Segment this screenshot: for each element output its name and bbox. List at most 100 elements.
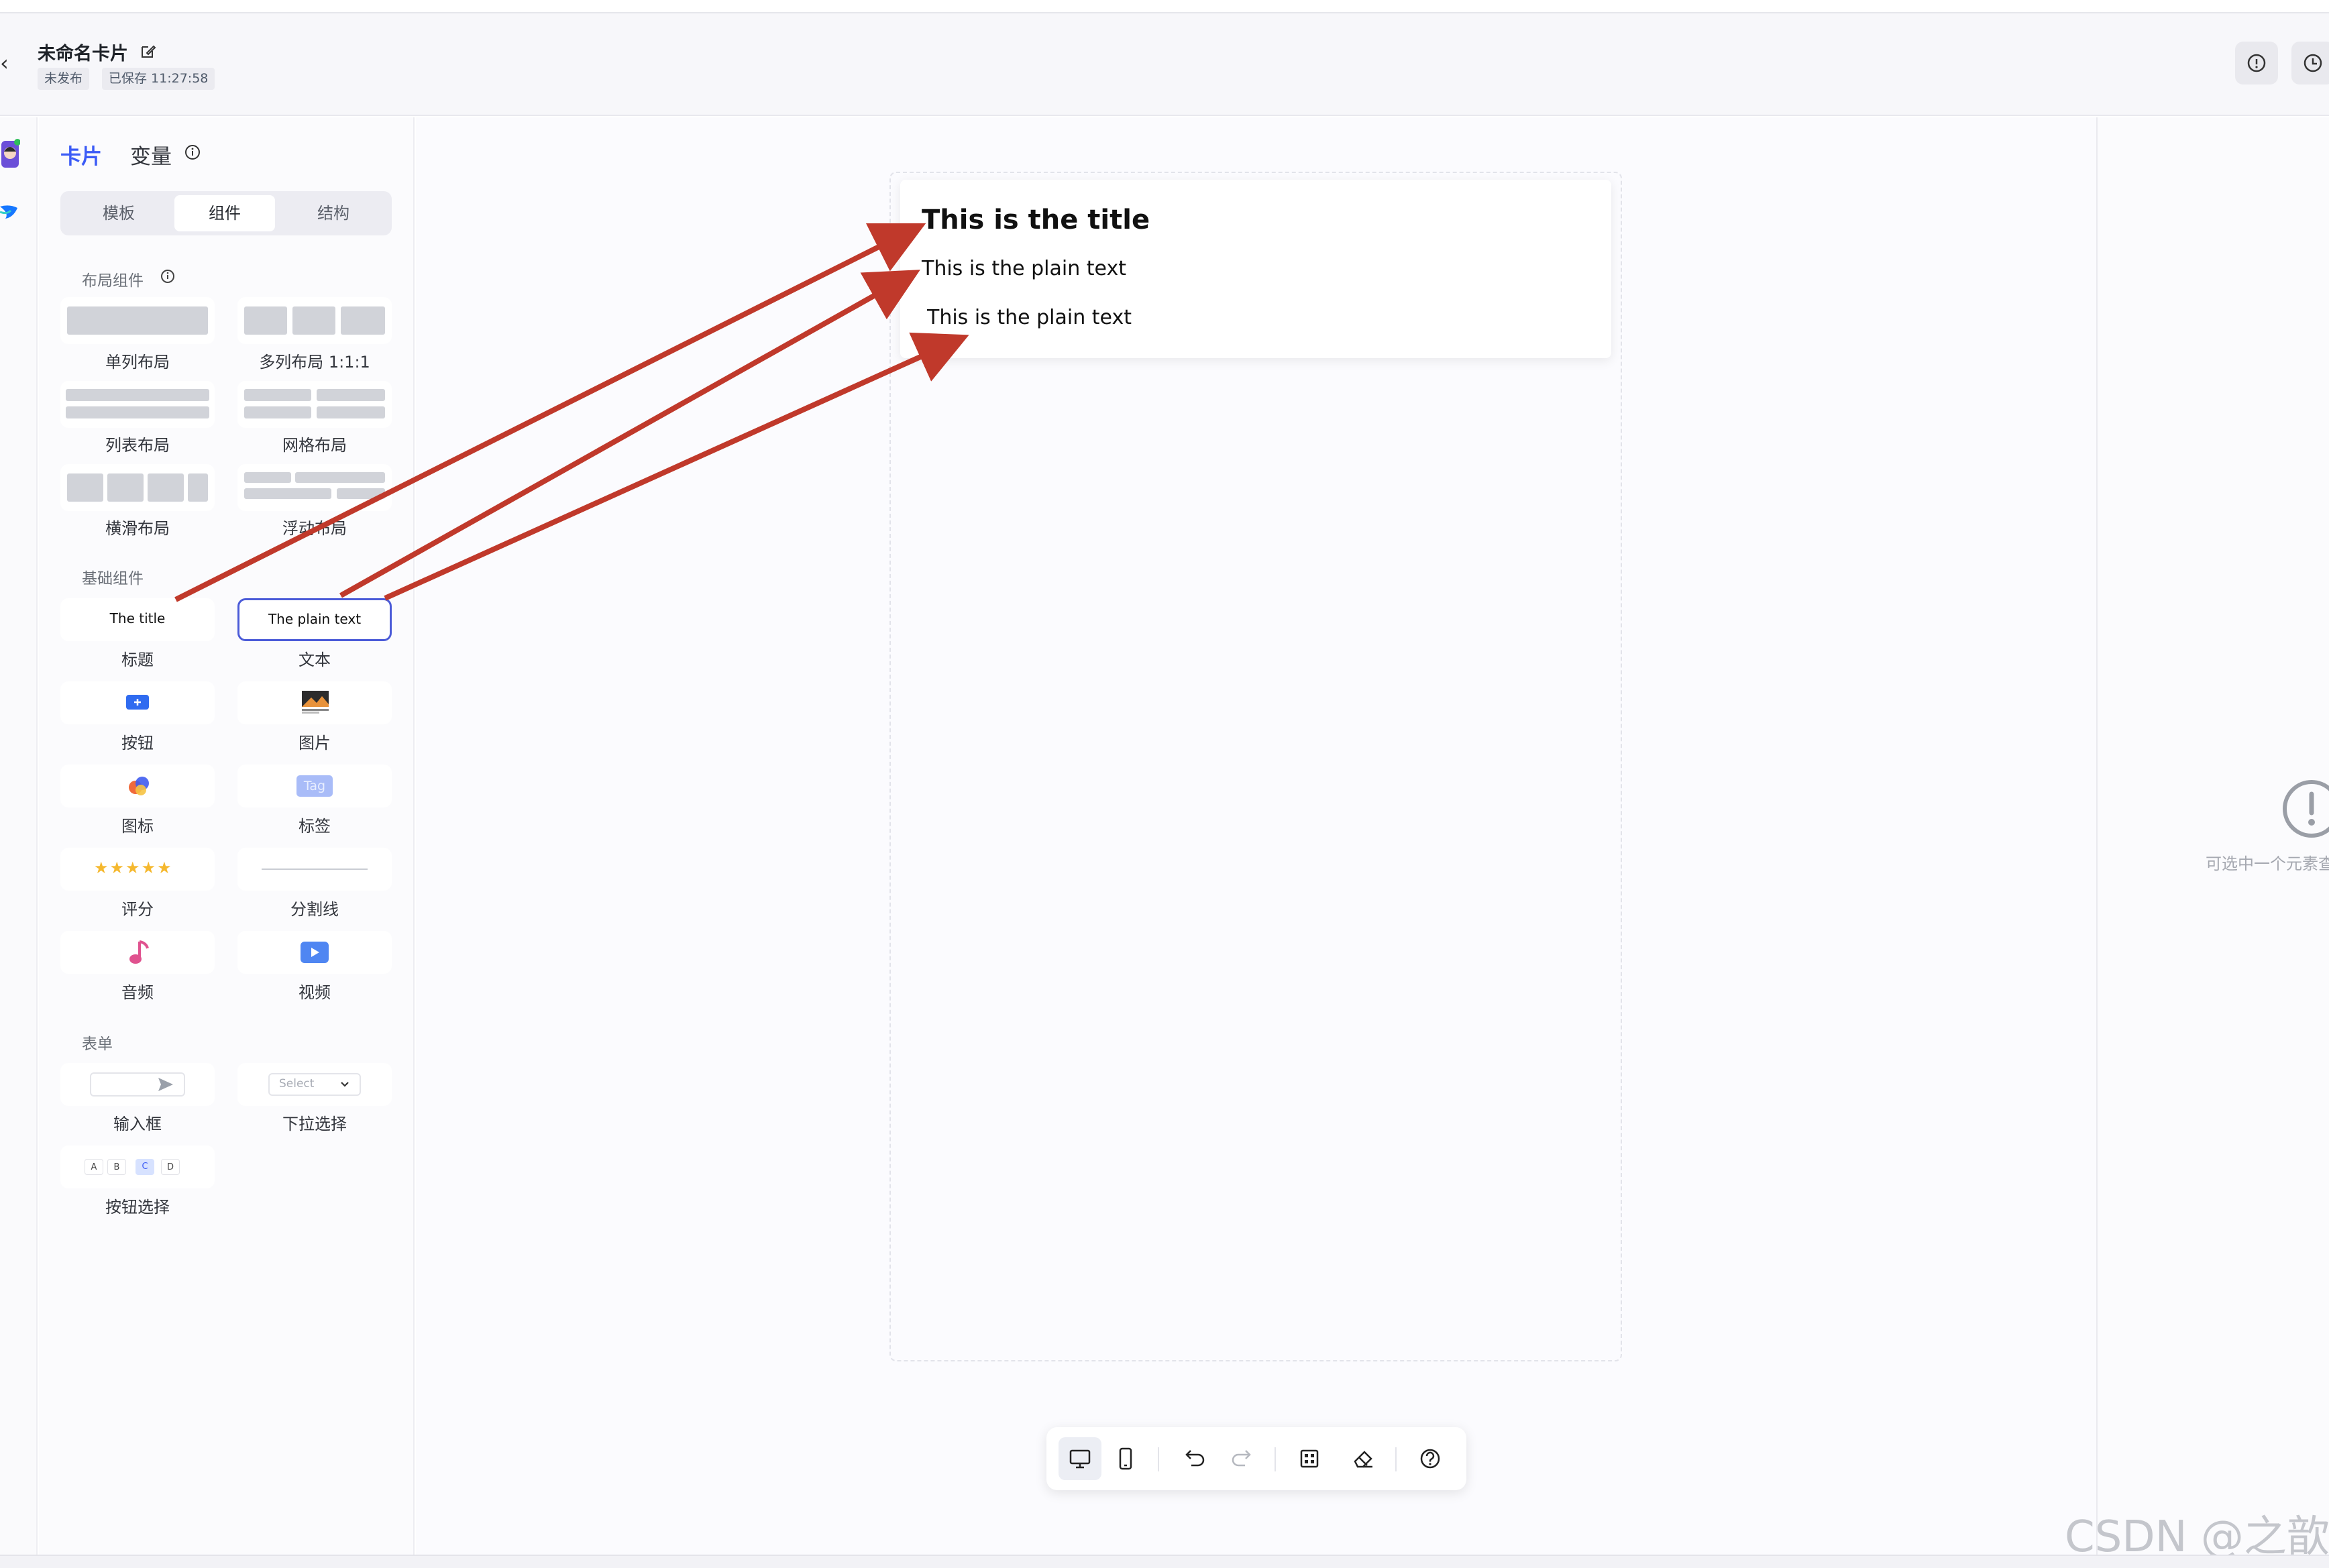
segment-structure[interactable]: 结构 xyxy=(283,195,384,231)
preview-block xyxy=(67,473,103,502)
component-list-layout[interactable] xyxy=(60,381,215,428)
status-badge-unpublished: 未发布 xyxy=(38,68,90,90)
avatar[interactable] xyxy=(0,137,20,170)
send-icon xyxy=(158,1078,173,1091)
component-text-selected[interactable]: The plain text xyxy=(237,598,392,641)
preview-block xyxy=(317,389,385,401)
desktop-view-button[interactable] xyxy=(1059,1437,1101,1480)
eraser-icon xyxy=(1354,1451,1372,1468)
component-label: 单列布局 xyxy=(105,353,170,372)
component-multi-column[interactable] xyxy=(237,297,392,344)
preview-block xyxy=(66,389,209,401)
info-icon xyxy=(2247,54,2266,72)
history-icon xyxy=(2304,54,2322,72)
preview-block xyxy=(188,473,208,502)
component-floating-layout[interactable] xyxy=(237,464,392,511)
component-rating[interactable]: ★★★★★ xyxy=(60,848,215,891)
tab-card[interactable]: 卡片 xyxy=(60,139,102,170)
card-plain-text[interactable]: This is the plain text xyxy=(927,306,1132,329)
component-tag[interactable]: Tag xyxy=(237,765,392,807)
component-horizontal-scroll[interactable] xyxy=(60,464,215,511)
status-badge-saved: 已保存 11:27:58 xyxy=(102,68,215,90)
preview-block xyxy=(337,488,385,499)
video-icon xyxy=(301,942,329,963)
card-title[interactable]: This is the title xyxy=(922,205,1150,235)
undo-button[interactable] xyxy=(1173,1437,1215,1480)
component-label: 文本 xyxy=(299,651,331,669)
grid-button[interactable] xyxy=(1288,1437,1331,1480)
component-label: 视频 xyxy=(299,983,331,1002)
component-label: 音频 xyxy=(121,983,154,1002)
app-logo-icon[interactable] xyxy=(0,199,20,221)
text-preview: The plain text xyxy=(268,611,362,627)
toolbar-divider xyxy=(1395,1447,1397,1471)
info-icon[interactable] xyxy=(184,144,201,161)
component-input[interactable] xyxy=(60,1063,215,1106)
redo-icon xyxy=(1232,1450,1251,1467)
top-strip xyxy=(0,0,2329,13)
bottom-strip xyxy=(0,1555,2329,1568)
component-label: 图标 xyxy=(121,817,154,836)
panel-empty-hint: 可选中一个元素查 xyxy=(2206,854,2329,873)
preview-block xyxy=(244,472,291,483)
header xyxy=(0,13,2329,116)
component-grid-layout[interactable] xyxy=(237,381,392,428)
divider-preview xyxy=(262,869,368,870)
segment-components[interactable]: 组件 xyxy=(174,195,275,231)
select-preview: Select xyxy=(268,1073,361,1096)
component-audio[interactable] xyxy=(60,931,215,974)
component-label: 标题 xyxy=(121,651,154,669)
mobile-view-button[interactable] xyxy=(1104,1437,1147,1480)
preview-block xyxy=(292,306,335,335)
preview-block xyxy=(107,473,144,502)
component-select[interactable]: Select xyxy=(237,1063,392,1106)
preview-block xyxy=(66,406,209,418)
component-label: 浮动布局 xyxy=(282,519,347,538)
option-b: B xyxy=(107,1159,126,1175)
clear-button[interactable] xyxy=(1342,1437,1385,1480)
select-placeholder: Select xyxy=(279,1077,315,1090)
component-icon[interactable] xyxy=(60,765,215,807)
image-icon xyxy=(302,691,329,714)
component-label: 输入框 xyxy=(113,1115,162,1133)
bottom-toolbar xyxy=(1046,1427,1466,1490)
component-label: 按钮选择 xyxy=(105,1198,170,1217)
history-button[interactable] xyxy=(2291,42,2329,85)
component-label: 下拉选择 xyxy=(282,1115,347,1133)
info-button[interactable] xyxy=(2235,42,2278,85)
title-preview: The title xyxy=(109,610,166,626)
info-icon[interactable] xyxy=(160,268,176,284)
component-button[interactable] xyxy=(60,681,215,724)
component-label: 分割线 xyxy=(290,900,339,919)
option-a: A xyxy=(85,1159,103,1175)
component-label: 列表布局 xyxy=(105,436,170,455)
star-icon: ★★★★★ xyxy=(94,858,173,877)
card-plain-text[interactable]: This is the plain text xyxy=(922,257,1126,280)
chevron-down-icon xyxy=(341,1082,349,1087)
help-icon xyxy=(1420,1449,1440,1469)
preview-block xyxy=(148,473,184,502)
section-title-form: 表单 xyxy=(82,1035,113,1053)
component-image[interactable] xyxy=(237,681,392,724)
component-divider[interactable] xyxy=(237,848,392,891)
component-video[interactable] xyxy=(237,931,392,974)
component-label: 多列布局 1:1:1 xyxy=(259,353,370,372)
component-single-column[interactable] xyxy=(60,297,215,344)
component-title[interactable]: The title xyxy=(60,598,215,641)
section-title-basic: 基础组件 xyxy=(82,570,144,587)
preview-block xyxy=(67,306,208,335)
component-label: 标签 xyxy=(299,817,331,836)
toolbar-divider xyxy=(1275,1447,1276,1471)
section-title-layout: 布局组件 xyxy=(82,272,144,290)
preview-block xyxy=(341,306,385,335)
redo-button[interactable] xyxy=(1221,1437,1264,1480)
component-label: 图片 xyxy=(299,734,331,752)
edit-icon[interactable] xyxy=(140,43,157,60)
help-button[interactable] xyxy=(1409,1437,1452,1480)
component-label: 横滑布局 xyxy=(105,519,170,538)
segment-templates[interactable]: 模板 xyxy=(68,195,169,231)
back-icon[interactable]: ‹ xyxy=(0,51,13,75)
component-button-select[interactable]: A B C D xyxy=(60,1145,215,1188)
tab-variables[interactable]: 变量 xyxy=(130,139,172,170)
mobile-icon xyxy=(1119,1447,1132,1470)
